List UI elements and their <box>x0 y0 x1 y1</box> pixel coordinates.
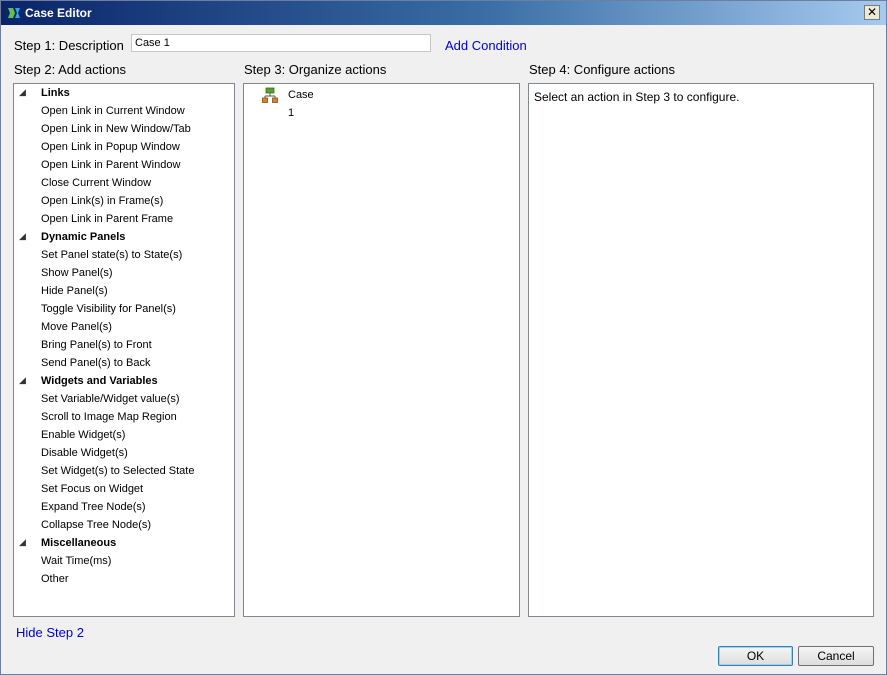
action-item[interactable]: Disable Widget(s) <box>41 444 128 462</box>
action-item[interactable]: Set Widget(s) to Selected State <box>41 462 194 480</box>
configure-hint: Select an action in Step 3 to configure. <box>534 90 740 104</box>
step3-label: Step 3: Organize actions <box>244 62 387 77</box>
tree-group-dynamic-panels[interactable]: ◢ Dynamic Panels <box>14 228 234 246</box>
window-title: Case Editor <box>25 6 92 20</box>
action-item[interactable]: Other <box>41 570 69 588</box>
action-item[interactable]: Bring Panel(s) to Front <box>41 336 152 354</box>
action-item[interactable]: Set Variable/Widget value(s) <box>41 390 180 408</box>
cancel-button[interactable]: Cancel <box>798 646 874 666</box>
close-icon: ✕ <box>866 5 878 19</box>
configure-actions-panel: Select an action in Step 3 to configure. <box>528 83 874 617</box>
action-item[interactable]: Set Focus on Widget <box>41 480 143 498</box>
close-button[interactable]: ✕ <box>864 5 880 20</box>
step1-label: Step 1: Description <box>14 38 124 53</box>
action-item[interactable]: Set Panel state(s) to State(s) <box>41 246 182 264</box>
action-item[interactable]: Open Link in Popup Window <box>41 138 180 156</box>
collapse-triangle-icon[interactable]: ◢ <box>19 228 26 246</box>
action-item[interactable]: Show Panel(s) <box>41 264 113 282</box>
tree-group-label: Miscellaneous <box>41 537 117 549</box>
action-item[interactable]: Scroll to Image Map Region <box>41 408 177 426</box>
action-item[interactable]: Send Panel(s) to Back <box>41 354 150 372</box>
actions-tree-panel[interactable]: ◢ Links Open Link in Current Window Open Li… <box>13 83 235 617</box>
case-tree-icon <box>262 87 278 103</box>
case-editor-window: Case Editor ✕ Step 1: Description Add Co… <box>0 0 887 675</box>
ok-button[interactable]: OK <box>718 646 793 666</box>
action-item[interactable]: Move Panel(s) <box>41 318 112 336</box>
tree-group-links[interactable]: ◢ Links <box>14 84 234 102</box>
tree-group-label: Widgets and Variables <box>41 375 158 387</box>
tree-group-label: Dynamic Panels <box>41 231 126 243</box>
action-item[interactable]: Expand Tree Node(s) <box>41 498 146 516</box>
app-logo-icon <box>8 8 20 18</box>
action-item[interactable]: Hide Panel(s) <box>41 282 108 300</box>
title-bar[interactable]: Case Editor ✕ <box>1 1 886 25</box>
case-node-label: Case 1 <box>288 89 314 119</box>
organize-actions-panel[interactable]: Case 1 <box>243 83 520 617</box>
collapse-triangle-icon[interactable]: ◢ <box>19 534 26 552</box>
step2-label: Step 2: Add actions <box>14 62 127 77</box>
action-item[interactable]: Close Current Window <box>41 174 151 192</box>
action-item[interactable]: Collapse Tree Node(s) <box>41 516 151 534</box>
action-item[interactable]: Open Link in New Window/Tab <box>41 120 191 138</box>
collapse-triangle-icon[interactable]: ◢ <box>19 372 26 390</box>
tree-group-miscellaneous[interactable]: ◢ Miscellaneous <box>14 534 234 552</box>
action-item[interactable]: Open Link in Parent Window <box>41 156 180 174</box>
step4-label: Step 4: Configure actions <box>529 62 675 77</box>
tree-group-widgets-and-variables[interactable]: ◢ Widgets and Variables <box>14 372 234 390</box>
action-item[interactable]: Wait Time(ms) <box>41 552 111 570</box>
collapse-triangle-icon[interactable]: ◢ <box>19 84 26 102</box>
hide-step2-link[interactable]: Hide Step 2 <box>16 625 84 640</box>
action-item[interactable]: Enable Widget(s) <box>41 426 125 444</box>
action-item[interactable]: Open Link in Parent Frame <box>41 210 173 228</box>
action-item[interactable]: Open Link in Current Window <box>41 102 185 120</box>
action-item[interactable]: Toggle Visibility for Panel(s) <box>41 300 176 318</box>
action-item[interactable]: Open Link(s) in Frame(s) <box>41 192 163 210</box>
tree-group-label: Links <box>41 87 70 99</box>
add-condition-link[interactable]: Add Condition <box>445 38 527 53</box>
description-input[interactable] <box>131 34 431 52</box>
